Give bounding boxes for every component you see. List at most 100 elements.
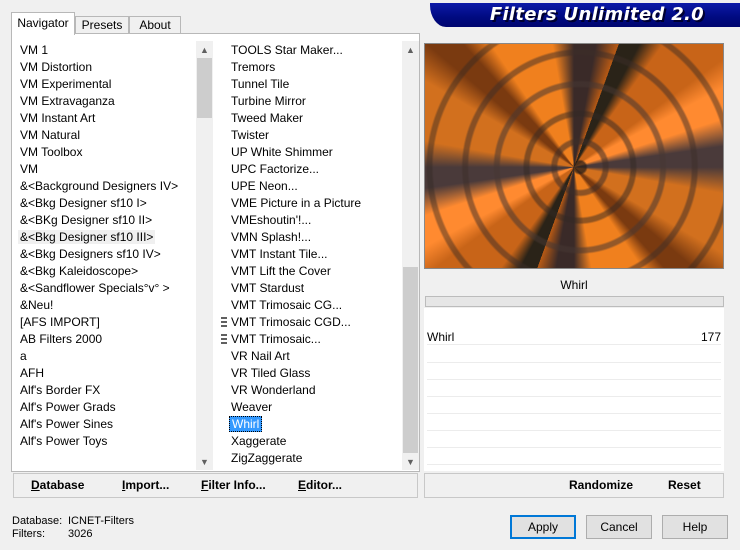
filter-list-item[interactable]: Xaggerate [220, 433, 288, 450]
filter-list-item-label: Tunnel Tile [231, 77, 290, 91]
category-list-item-label: Alf's Border FX [20, 383, 101, 397]
category-list-item[interactable]: VM Natural [14, 127, 82, 144]
category-list-item[interactable]: &Neu! [14, 297, 55, 314]
database-button[interactable]: Database [31, 474, 84, 496]
filter-list-item[interactable]: UPE Neon... [220, 178, 300, 195]
category-scrollbar[interactable]: ▲ ▼ [196, 41, 213, 470]
category-list-item-label: Alf's Power Grads [20, 400, 116, 414]
filter-list-item-label: UP White Shimmer [231, 145, 333, 159]
filter-list-item[interactable]: VMEshoutin'!... [220, 212, 313, 229]
filter-list-item[interactable]: Whirl [220, 416, 263, 433]
category-list-item[interactable]: a [14, 348, 29, 365]
filter-list-item[interactable]: ZigZaggerate [220, 450, 304, 467]
category-list-item[interactable]: VM Instant Art [14, 110, 97, 127]
category-list-item[interactable]: &<Background Designers IV> [14, 178, 180, 195]
category-list-item-label: AB Filters 2000 [20, 332, 103, 346]
tab-about[interactable]: About [129, 16, 181, 34]
category-list-item-label: VM Extravaganza [20, 94, 115, 108]
category-list-item[interactable]: [AFS IMPORT] [14, 314, 102, 331]
category-list-item[interactable]: Alf's Border FX [14, 382, 102, 399]
category-list-item-label: VM 1 [20, 43, 49, 57]
filter-list-item[interactable]: TOOLS Star Maker... [220, 42, 345, 59]
filter-list-item-label: Turbine Mirror [231, 94, 306, 108]
filter-list-item[interactable]: VR Wonderland [220, 382, 318, 399]
filter-list[interactable]: TOOLS Star Maker... Tremors Tunnel Tile Tur… [220, 41, 402, 470]
category-list-item[interactable]: VM Extravaganza [14, 93, 117, 110]
category-list-item[interactable]: VM Experimental [14, 76, 113, 93]
filter-list-item[interactable]: VMT Stardust [220, 280, 306, 297]
filter-list-item[interactable]: VR Nail Art [220, 348, 292, 365]
filters-count: 3026 [68, 528, 93, 540]
filter-list-item[interactable]: Twister [220, 127, 271, 144]
category-list-item-label: VM Toolbox [20, 145, 83, 159]
slider-marker-icon[interactable] [628, 337, 642, 344]
filter-list-item[interactable]: VME Picture in a Picture [220, 195, 363, 212]
category-list-item[interactable]: VM 1 [14, 42, 50, 59]
filter-list-item-label: Whirl [229, 416, 263, 432]
database-button-label: atabase [39, 478, 85, 492]
category-list-item[interactable]: &<Sandflower Specials°v° > [14, 280, 172, 297]
filter-list-item-label: VMT Instant Tile... [231, 247, 328, 261]
category-list-item[interactable]: &<Bkg Designer sf10 III> [14, 229, 156, 246]
parameter-row-whirl[interactable]: Whirl 177 [427, 328, 721, 345]
category-list-item-label: AFH [20, 366, 44, 380]
category-list-item[interactable]: Alf's Power Grads [14, 399, 118, 416]
help-button[interactable]: Help [662, 515, 728, 539]
filter-scrollbar[interactable]: ▲ ▼ [402, 41, 419, 470]
category-list-item[interactable]: &<Bkg Kaleidoscope> [14, 263, 140, 280]
filter-list-item[interactable]: VMT Lift the Cover [220, 263, 333, 280]
scroll-down-arrow-icon[interactable]: ▼ [402, 453, 419, 470]
category-list-item[interactable]: &<Bkg Designer sf10 I> [14, 195, 149, 212]
filter-list-item[interactable]: Tweed Maker [220, 110, 305, 127]
filter-list-item[interactable]: UPC Factorize... [220, 161, 321, 178]
preview-filter-name: Whirl [424, 272, 724, 298]
filter-list-item-label: ZigZaggerate [231, 451, 303, 465]
filter-list-item[interactable]: VMN Splash!... [220, 229, 313, 246]
filter-list-item[interactable]: UP White Shimmer [220, 144, 335, 161]
parameter-value: 177 [700, 330, 721, 344]
filter-list-item[interactable]: VR Tiled Glass [220, 365, 312, 382]
filter-list-item-label: VMEshoutin'!... [231, 213, 312, 227]
filter-list-item[interactable]: VMT Trimosaic... [220, 331, 323, 348]
scroll-up-arrow-icon[interactable]: ▲ [196, 41, 213, 58]
category-list-item[interactable]: AFH [14, 365, 46, 382]
category-list-item-label: &<Bkg Designers sf10 IV> [20, 247, 161, 261]
category-list-item-label: &<Bkg Kaleidoscope> [20, 264, 139, 278]
category-list-item[interactable]: VM Distortion [14, 59, 94, 76]
cancel-button[interactable]: Cancel [586, 515, 652, 539]
filter-list-item-label: VMT Trimosaic CGD... [231, 315, 351, 329]
filter-list-item-label: UPC Factorize... [231, 162, 320, 176]
category-list-item[interactable]: Alf's Power Sines [14, 416, 115, 433]
category-list-item[interactable]: Alf's Power Toys [14, 433, 109, 450]
filter-list-item[interactable]: VMT Instant Tile... [220, 246, 329, 263]
category-list-item[interactable]: &<BKg Designer sf10 II> [14, 212, 154, 229]
filter-list-item[interactable]: Weaver [220, 399, 274, 416]
category-list-item-label: &Neu! [20, 298, 54, 312]
filter-list-item[interactable]: Turbine Mirror [220, 93, 308, 110]
filter-list-item-label: Twister [231, 128, 270, 142]
category-list-item[interactable]: &<Bkg Designers sf10 IV> [14, 246, 163, 263]
tab-presets[interactable]: Presets [75, 16, 129, 34]
reset-button[interactable]: Reset [668, 474, 701, 496]
filter-list-item[interactable]: VMT Trimosaic CG... [220, 297, 344, 314]
import-button[interactable]: Import... [122, 474, 169, 496]
apply-button[interactable]: Apply [510, 515, 576, 539]
tab-navigator[interactable]: Navigator [11, 12, 75, 35]
category-list-item[interactable]: VM [14, 161, 40, 178]
category-scroll-thumb[interactable] [197, 58, 212, 118]
category-list-item[interactable]: VM Toolbox [14, 144, 84, 161]
filter-scroll-thumb[interactable] [403, 267, 418, 453]
scroll-down-arrow-icon[interactable]: ▼ [196, 453, 213, 470]
editor-button[interactable]: Editor... [298, 474, 342, 496]
randomize-button[interactable]: Randomize [569, 474, 633, 496]
parameter-row-empty [427, 397, 721, 414]
filter-list-item[interactable]: Tunnel Tile [220, 76, 291, 93]
filter-info-button[interactable]: Filter Info... [201, 474, 266, 496]
filter-list-item[interactable]: VMT Trimosaic CGD... [220, 314, 353, 331]
category-list-item-label: &<Sandflower Specials°v° > [20, 281, 170, 295]
progress-bar [425, 296, 724, 307]
category-list[interactable]: VM 1 VM Distortion VM Experimental VM Extra… [14, 41, 197, 470]
scroll-up-arrow-icon[interactable]: ▲ [402, 41, 419, 58]
filter-list-item[interactable]: Tremors [220, 59, 277, 76]
category-list-item[interactable]: AB Filters 2000 [14, 331, 104, 348]
